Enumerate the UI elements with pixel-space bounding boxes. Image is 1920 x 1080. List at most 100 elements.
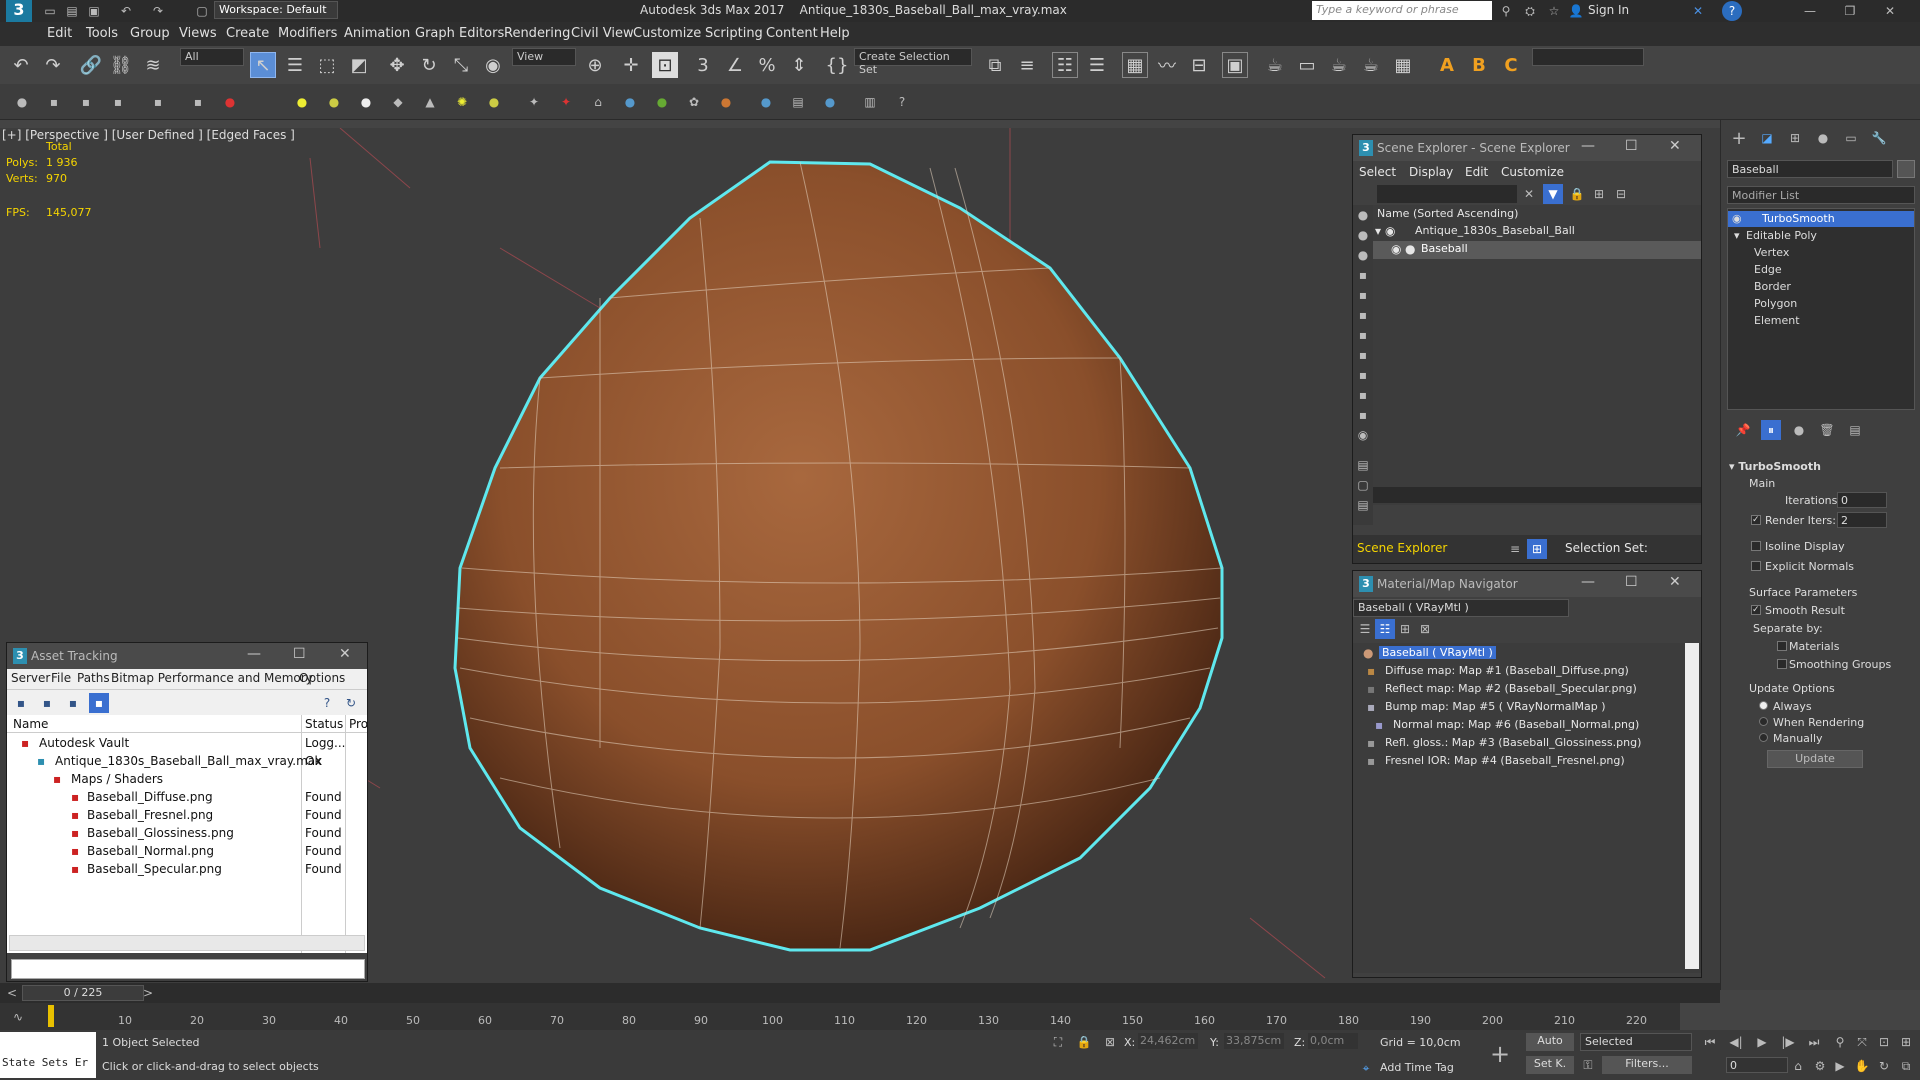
- pin-stack-icon[interactable]: 📌: [1733, 420, 1753, 440]
- subobject-polygon[interactable]: Polygon: [1754, 297, 1797, 310]
- mirror-icon[interactable]: ⧉: [982, 52, 1008, 78]
- menu-options[interactable]: Options: [299, 671, 345, 685]
- menu-edit[interactable]: Edit: [1465, 165, 1488, 179]
- material-tree-item[interactable]: ▪ Normal map: Map #6 (Baseball_Normal.pn…: [1375, 717, 1695, 735]
- menu-edit[interactable]: Edit: [47, 26, 72, 41]
- menu-bitmap-performance[interactable]: Bitmap Performance and Memory: [111, 671, 313, 685]
- binoculars-icon[interactable]: ⚲: [1496, 1, 1516, 21]
- add-key-icon[interactable]: +: [1486, 1040, 1514, 1068]
- tool-e-icon[interactable]: ▪: [148, 92, 168, 112]
- filter-icon[interactable]: ▼: [1543, 184, 1563, 204]
- maximize-icon[interactable]: ☐: [1625, 574, 1638, 590]
- filters-button[interactable]: Filters...: [1602, 1056, 1692, 1074]
- tool-t-icon[interactable]: ✿: [684, 92, 704, 112]
- render-production-icon[interactable]: ☕: [1326, 52, 1352, 78]
- display-geometry-icon[interactable]: ●: [1353, 205, 1373, 225]
- link-icon[interactable]: 🔗: [78, 52, 104, 78]
- table-row[interactable]: ▪ Baseball_Normal.png Found: [7, 843, 367, 861]
- undo-icon[interactable]: ↶: [8, 52, 34, 78]
- track-bar[interactable]: ∿ 10 20 30 40 50 60 70 80 90 100 110 120…: [0, 1003, 1680, 1030]
- display-shapes-icon[interactable]: ●: [1353, 225, 1373, 245]
- asset-tool-3-icon[interactable]: ▪: [63, 693, 83, 713]
- smooth-result-checkbox[interactable]: ✓: [1751, 605, 1761, 615]
- align-icon[interactable]: ≡: [1014, 52, 1040, 78]
- zoom-extents-all-icon[interactable]: ⊞: [1896, 1032, 1916, 1052]
- angle-snap-icon[interactable]: ∠: [722, 52, 748, 78]
- subobject-vertex[interactable]: Vertex: [1754, 246, 1789, 259]
- tool-a-icon[interactable]: ●: [12, 92, 32, 112]
- display-spacewarps-icon[interactable]: ▪: [1353, 305, 1373, 325]
- key-mode-icon[interactable]: ⌂: [1788, 1056, 1808, 1076]
- menu-display[interactable]: Display: [1409, 165, 1453, 179]
- view-list-icons-icon[interactable]: ☷: [1375, 619, 1395, 639]
- open-file-icon[interactable]: ▤: [62, 1, 82, 21]
- material-tree-item-selected[interactable]: ● Baseball ( VRayMtl ): [1363, 645, 1683, 663]
- horizontal-scrollbar[interactable]: [1373, 487, 1701, 503]
- close-icon[interactable]: ✕: [1669, 574, 1681, 590]
- close-icon[interactable]: ✕: [1880, 1, 1900, 21]
- table-row[interactable]: ▪ Baseball_Diffuse.png Found: [7, 789, 367, 807]
- select-object-icon[interactable]: ↖: [250, 52, 276, 78]
- keyboard-shortcut-override-icon[interactable]: ⊡: [652, 52, 678, 78]
- next-frame-icon[interactable]: >: [138, 983, 158, 1003]
- material-tree-item[interactable]: ▪ Diffuse map: Map #1 (Baseball_Diffuse.…: [1367, 663, 1687, 681]
- curve-editor-toggle-icon[interactable]: ∿: [8, 1007, 28, 1027]
- visibility-eye-icon[interactable]: ◉: [1385, 224, 1395, 238]
- undo-icon[interactable]: ↶: [116, 1, 136, 21]
- lock-icon[interactable]: 🔒: [1567, 184, 1587, 204]
- tool-v-icon[interactable]: ●: [756, 92, 776, 112]
- view-large-icons-icon[interactable]: ⊠: [1415, 619, 1435, 639]
- table-row[interactable]: ▪ Baseball_Specular.png Found: [7, 861, 367, 879]
- material-tree-item[interactable]: ▪ Bump map: Map #5 ( VRayNormalMap ): [1367, 699, 1687, 717]
- asset-tool-2-icon[interactable]: ▪: [37, 693, 57, 713]
- iterations-spinner[interactable]: 0: [1837, 492, 1887, 508]
- time-config-icon[interactable]: ⚙: [1810, 1056, 1830, 1076]
- modify-tab-icon[interactable]: ◪: [1757, 128, 1777, 148]
- explicit-normals-checkbox[interactable]: [1751, 561, 1761, 571]
- menu-graph-editors[interactable]: Graph Editors: [415, 26, 504, 41]
- menu-select[interactable]: Select: [1359, 165, 1396, 179]
- hierarchy-icon[interactable]: ⊞: [1589, 184, 1609, 204]
- spinner-snap-icon[interactable]: ⇕: [786, 52, 812, 78]
- tool-y-icon[interactable]: ▥: [860, 92, 880, 112]
- asset-path-field[interactable]: [11, 959, 365, 979]
- sort-icon[interactable]: ⊞: [1527, 539, 1547, 559]
- place-icon[interactable]: ◉: [480, 52, 506, 78]
- collapse-icon[interactable]: ⊟: [1611, 184, 1631, 204]
- menu-views[interactable]: Views: [179, 26, 217, 41]
- menu-animation[interactable]: Animation: [344, 26, 410, 41]
- object-color-swatch[interactable]: [1897, 160, 1915, 178]
- current-frame-field[interactable]: 0: [1726, 1057, 1788, 1073]
- subobject-border[interactable]: Border: [1754, 280, 1791, 293]
- render-iters-checkbox[interactable]: ✓: [1751, 515, 1761, 525]
- expand-arrow-icon[interactable]: ▾: [1375, 224, 1381, 238]
- tool-d-icon[interactable]: ▪: [108, 92, 128, 112]
- column-name[interactable]: Name: [13, 717, 48, 731]
- isolate-selection-icon[interactable]: ⛶: [1048, 1032, 1068, 1052]
- zoom-icon[interactable]: ⚲: [1830, 1032, 1850, 1052]
- update-button[interactable]: Update: [1767, 750, 1863, 768]
- remove-modifier-icon[interactable]: 🗑: [1817, 420, 1837, 440]
- render-in-cloud-icon[interactable]: ▦: [1390, 52, 1416, 78]
- view-small-icons-icon[interactable]: ⊞: [1395, 619, 1415, 639]
- tool-c-icon[interactable]: ▪: [76, 92, 96, 112]
- tool-r-icon[interactable]: ●: [620, 92, 640, 112]
- window-crossing-icon[interactable]: ◩: [346, 52, 372, 78]
- toggle-layer-explorer-icon[interactable]: ☰: [1084, 52, 1110, 78]
- menu-modifiers[interactable]: Modifiers: [278, 26, 337, 41]
- table-row[interactable]: ▪ Maps / Shaders: [7, 771, 367, 789]
- orbit-icon[interactable]: ↻: [1874, 1056, 1894, 1076]
- vray-c-icon[interactable]: C: [1498, 52, 1524, 78]
- tool-l-icon[interactable]: ▲: [420, 92, 440, 112]
- close-icon[interactable]: ✕: [339, 646, 351, 662]
- tool-w-icon[interactable]: ▤: [788, 92, 808, 112]
- eye-icon[interactable]: ◉: [1732, 212, 1742, 225]
- menu-help[interactable]: Help: [820, 26, 850, 41]
- zoom-all-icon[interactable]: ⤧: [1852, 1032, 1872, 1052]
- selection-filter-dropdown[interactable]: All: [180, 48, 244, 66]
- add-time-tag[interactable]: Add Time Tag: [1380, 1061, 1454, 1074]
- menu-group[interactable]: Group: [130, 26, 170, 41]
- current-material-field[interactable]: Baseball ( VRayMtl ): [1353, 599, 1569, 617]
- key-filters-icon[interactable]: ⚿: [1578, 1055, 1598, 1075]
- maximize-icon[interactable]: ☐: [1625, 138, 1638, 154]
